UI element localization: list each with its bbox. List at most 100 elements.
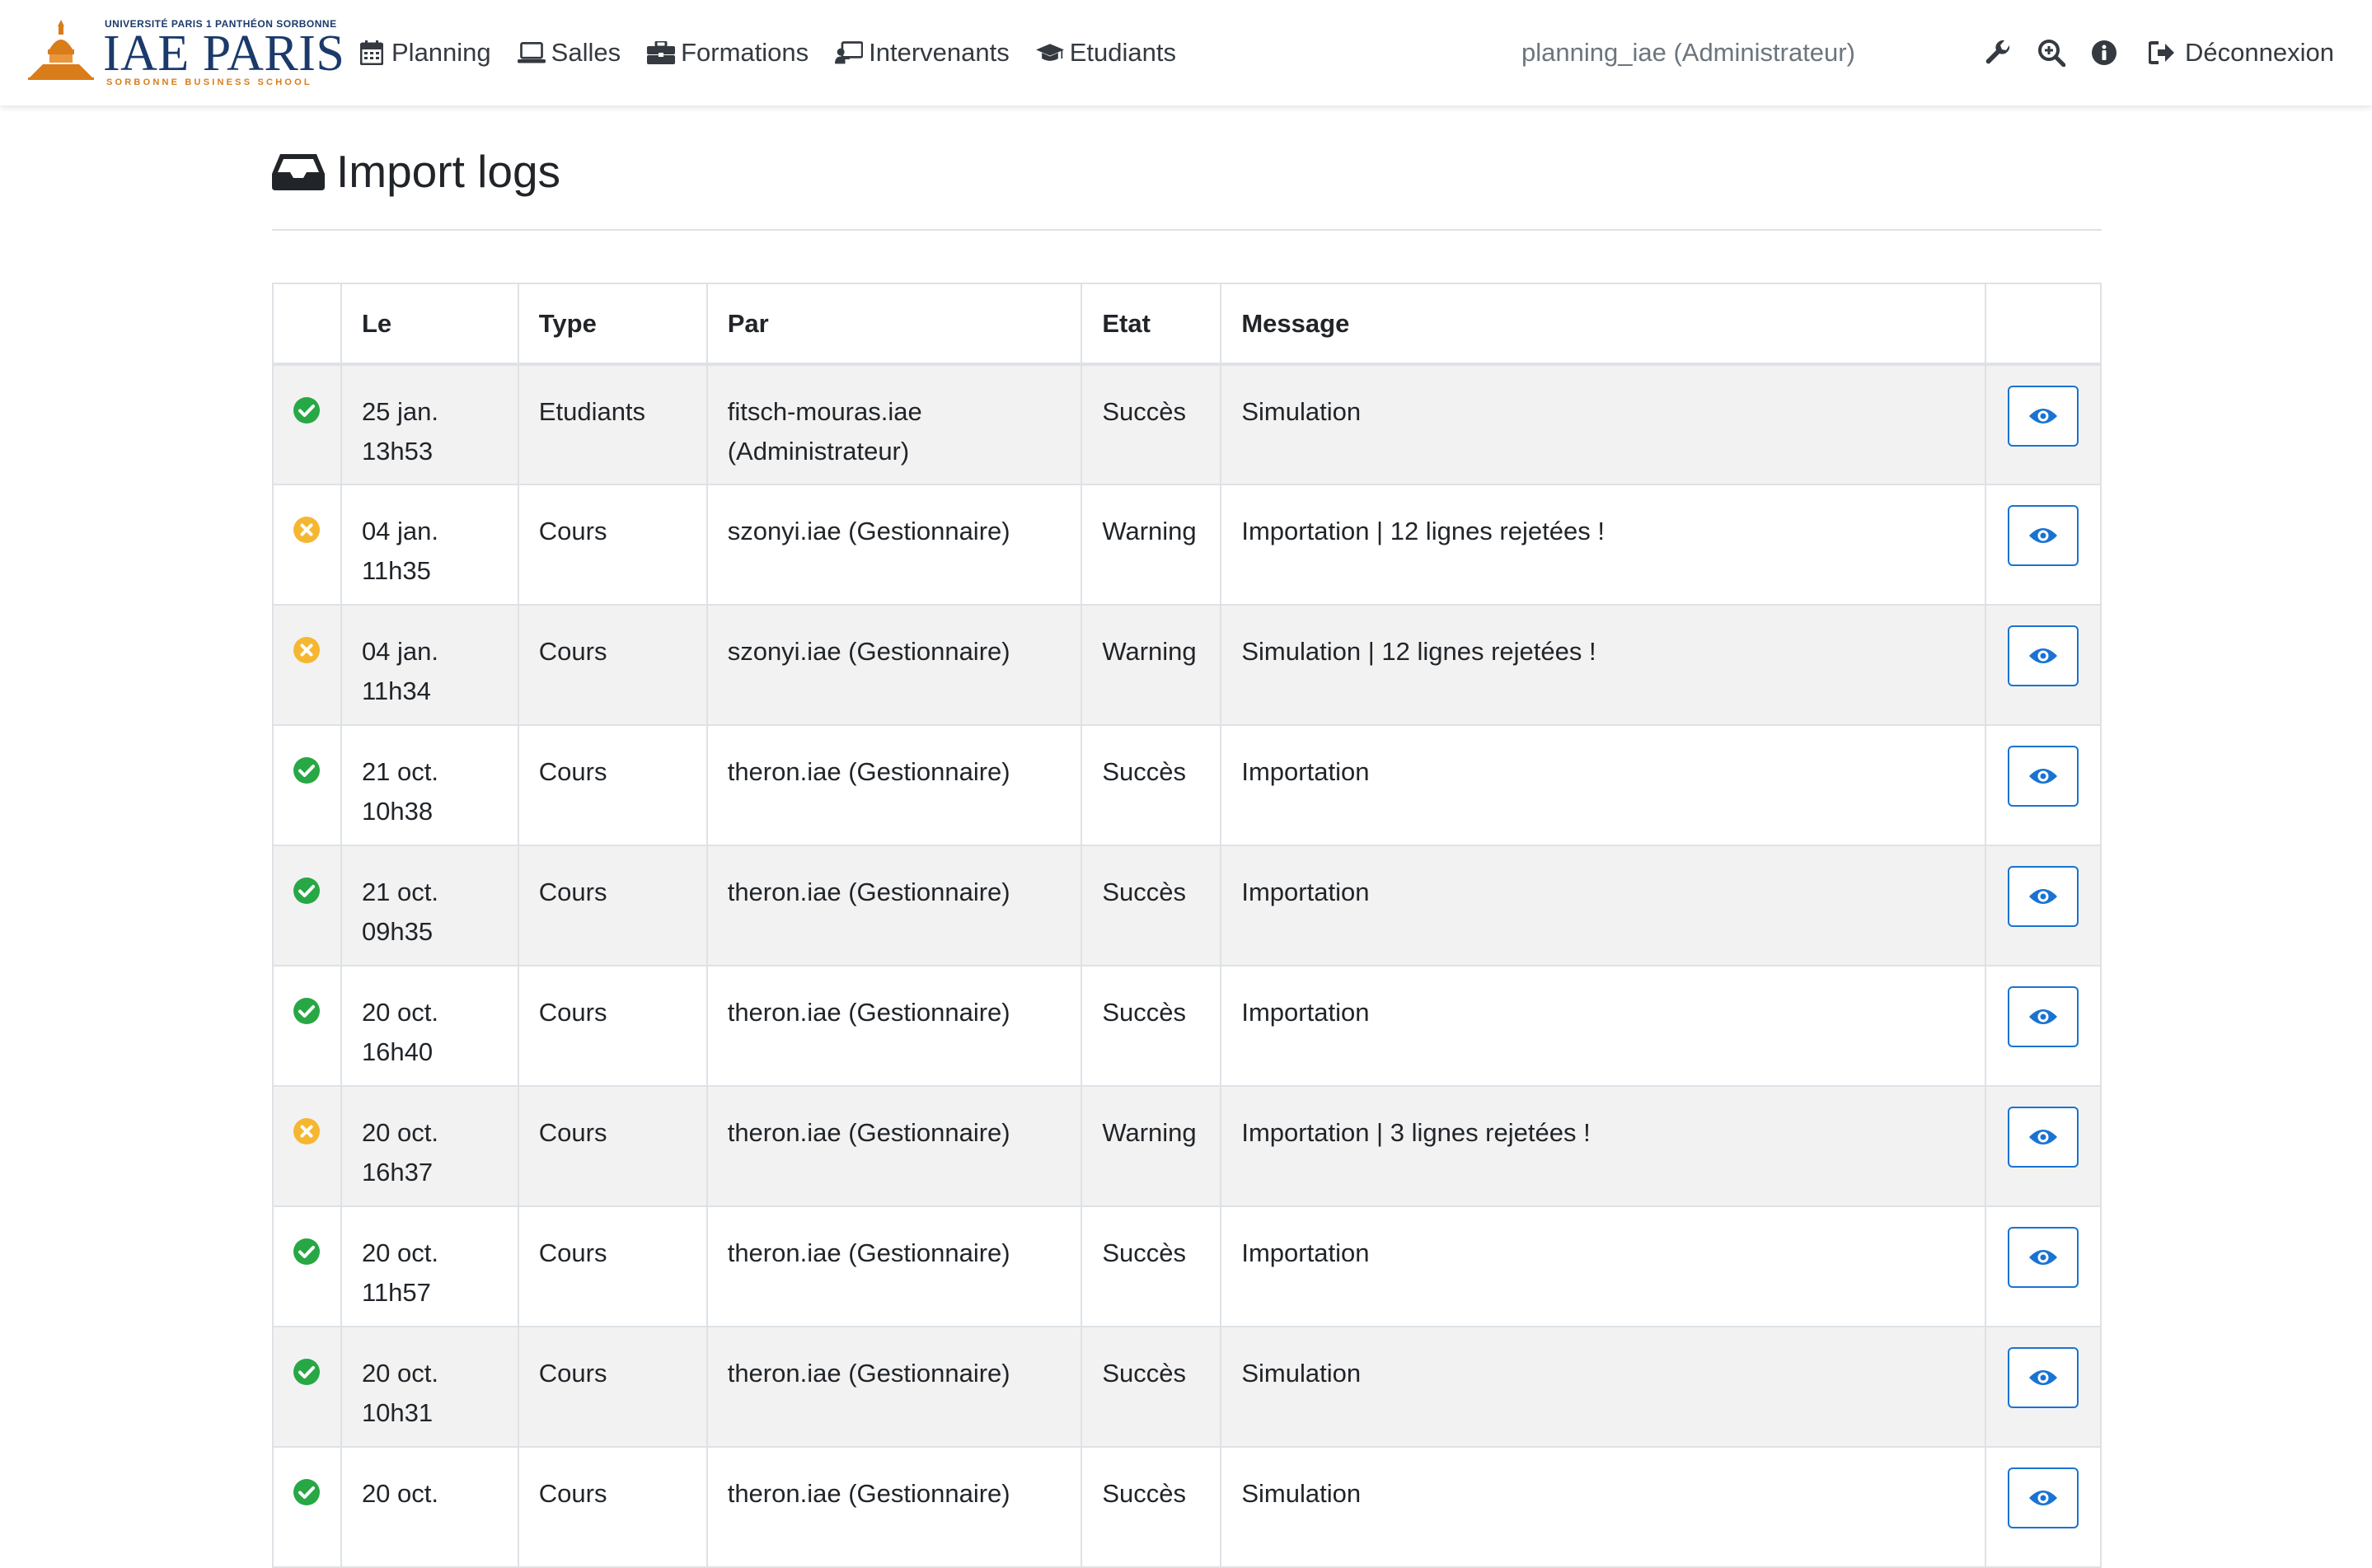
message-cell: Importation xyxy=(1220,965,1987,1087)
message-cell: Simulation xyxy=(1220,1446,1987,1568)
check-circle-icon xyxy=(293,1238,321,1265)
brand-logo[interactable]: UNIVERSITÉ PARIS 1 PANTHÉON SORBONNE IAE… xyxy=(26,16,345,87)
eye-icon xyxy=(2028,1007,2058,1027)
nav-salles[interactable]: Salles xyxy=(517,38,621,68)
logout-label: Déconnexion xyxy=(2185,38,2334,67)
table-header-row: Le Type Par Etat Message xyxy=(272,283,2102,366)
table-row: 20 oct. 16h37 Cours theron.iae (Gestionnair… xyxy=(272,1085,2102,1207)
log-date: 20 oct. xyxy=(361,998,438,1027)
message-cell: Simulation | 12 lignes rejetées ! xyxy=(1220,604,1987,726)
status-cell xyxy=(272,845,342,967)
nav-formations[interactable]: Formations xyxy=(647,38,809,68)
nav-salles-label: Salles xyxy=(551,38,621,67)
log-time: 09h35 xyxy=(361,917,434,946)
wrench-icon[interactable] xyxy=(1982,36,2015,69)
eye-icon xyxy=(2028,406,2058,426)
date-cell: 20 oct. 10h31 xyxy=(340,1326,519,1448)
table-row: 25 jan. 13h53 Etudiants fitsch-mouras.iae (… xyxy=(272,363,2102,485)
inbox-icon xyxy=(272,151,325,192)
brand-name: IAE PARIS xyxy=(103,26,345,82)
state-cell: Succès xyxy=(1081,845,1222,967)
check-circle-icon xyxy=(293,1359,321,1385)
type-cell: Cours xyxy=(517,965,708,1087)
state-cell: Succès xyxy=(1081,724,1222,846)
status-cell xyxy=(272,724,342,846)
eye-icon xyxy=(2028,1368,2058,1388)
nav-planning-label: Planning xyxy=(391,38,491,67)
laptop-icon xyxy=(517,39,546,67)
eye-icon xyxy=(2028,1127,2058,1147)
message-cell: Simulation xyxy=(1220,363,1987,485)
check-circle-icon xyxy=(293,757,321,784)
type-cell: Cours xyxy=(517,1205,708,1327)
action-cell xyxy=(1985,604,2102,726)
type-cell: Cours xyxy=(517,845,708,967)
log-time: 11h35 xyxy=(361,556,431,585)
search-plus-icon[interactable] xyxy=(2035,36,2068,69)
header-by[interactable]: Par xyxy=(706,283,1083,366)
action-cell xyxy=(1985,484,2102,606)
view-log-button[interactable] xyxy=(2008,625,2079,686)
type-cell: Etudiants xyxy=(517,363,708,485)
chalkboard-teacher-icon xyxy=(835,39,864,67)
status-cell xyxy=(272,1326,342,1448)
date-cell: 20 oct. 11h57 xyxy=(340,1205,519,1327)
action-cell xyxy=(1985,724,2102,846)
header-state[interactable]: Etat xyxy=(1081,283,1222,366)
info-circle-icon[interactable] xyxy=(2088,36,2121,69)
log-date: 04 jan. xyxy=(361,637,439,666)
by-cell: theron.iae (Gestionnaire) xyxy=(706,1205,1083,1327)
date-cell: 04 jan. 11h35 xyxy=(340,484,519,606)
action-cell xyxy=(1985,965,2102,1087)
message-cell: Importation | 3 lignes rejetées ! xyxy=(1220,1085,1987,1207)
header-type[interactable]: Type xyxy=(517,283,708,366)
nav-etudiants[interactable]: Etudiants xyxy=(1035,38,1177,68)
status-cell xyxy=(272,604,342,726)
header-date[interactable]: Le xyxy=(340,283,519,366)
main-nav: Planning Salles Formations Intervenants … xyxy=(358,0,1202,105)
nav-intervenants[interactable]: Intervenants xyxy=(835,38,1010,68)
state-cell: Warning xyxy=(1081,1085,1222,1207)
log-time: 11h34 xyxy=(361,676,431,705)
view-log-button[interactable] xyxy=(2008,866,2079,927)
table-row: 21 oct. 10h38 Cours theron.iae (Gestionnair… xyxy=(272,724,2102,846)
type-cell: Cours xyxy=(517,604,708,726)
logout-link[interactable]: Déconnexion xyxy=(2147,38,2334,68)
view-log-button[interactable] xyxy=(2008,1107,2079,1168)
top-navbar: UNIVERSITÉ PARIS 1 PANTHÉON SORBONNE IAE… xyxy=(0,0,2372,105)
by-cell: theron.iae (Gestionnaire) xyxy=(706,1446,1083,1568)
view-log-button[interactable] xyxy=(2008,746,2079,807)
action-cell xyxy=(1985,1326,2102,1448)
header-actions xyxy=(1985,283,2102,366)
check-circle-icon xyxy=(293,397,321,424)
state-cell: Succès xyxy=(1081,1446,1222,1568)
brand-subtitle: SORBONNE BUSINESS SCHOOL xyxy=(106,77,312,87)
nav-etudiants-label: Etudiants xyxy=(1069,38,1177,67)
nav-formations-label: Formations xyxy=(681,38,809,67)
date-cell: 04 jan. 11h34 xyxy=(340,604,519,726)
view-log-button[interactable] xyxy=(2008,505,2079,566)
page-title-text: Import logs xyxy=(336,146,561,197)
view-log-button[interactable] xyxy=(2008,1467,2079,1528)
check-circle-icon xyxy=(293,1479,321,1505)
view-log-button[interactable] xyxy=(2008,986,2079,1047)
action-cell xyxy=(1985,1205,2102,1327)
nav-planning[interactable]: Planning xyxy=(358,38,491,68)
view-log-button[interactable] xyxy=(2008,1227,2079,1288)
action-cell xyxy=(1985,363,2102,485)
times-circle-icon xyxy=(293,1118,321,1144)
action-cell xyxy=(1985,1446,2102,1568)
view-log-button[interactable] xyxy=(2008,1347,2079,1408)
times-circle-icon xyxy=(293,637,321,663)
header-message[interactable]: Message xyxy=(1220,283,1987,366)
state-cell: Warning xyxy=(1081,484,1222,606)
view-log-button[interactable] xyxy=(2008,386,2079,447)
times-circle-icon xyxy=(293,517,321,543)
date-cell: 20 oct. 16h37 xyxy=(340,1085,519,1207)
table-row: 04 jan. 11h34 Cours szonyi.iae (Gestionnair… xyxy=(272,604,2102,726)
log-date: 20 oct. xyxy=(361,1359,438,1388)
eye-icon xyxy=(2028,646,2058,666)
date-cell: 20 oct. 16h40 xyxy=(340,965,519,1087)
page-header: Import logs xyxy=(272,105,2102,231)
by-cell: theron.iae (Gestionnaire) xyxy=(706,1085,1083,1207)
